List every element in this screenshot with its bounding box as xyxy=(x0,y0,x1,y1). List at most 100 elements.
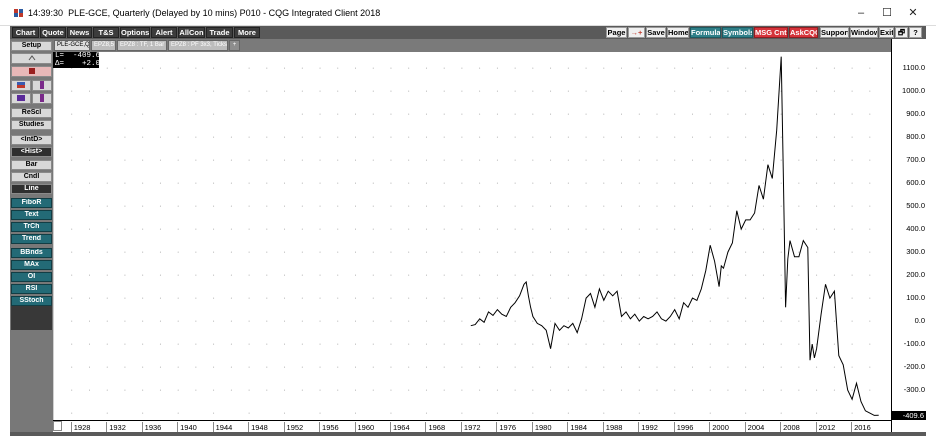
zoom-in-icon[interactable] xyxy=(11,80,31,91)
grid-dot xyxy=(496,389,498,391)
more-button[interactable]: More xyxy=(234,27,260,38)
alert-button[interactable]: Alert xyxy=(151,27,177,38)
formula-button[interactable]: Formula xyxy=(690,27,721,38)
grid-dot xyxy=(816,90,818,92)
zoom-out-icon[interactable] xyxy=(32,80,52,91)
home-button[interactable]: Home xyxy=(667,27,689,38)
grid-dot xyxy=(230,297,232,299)
open-interest-button[interactable]: OI xyxy=(11,272,52,282)
cursor-tool-icon[interactable] xyxy=(11,53,52,64)
restore-icon[interactable]: 🗗 xyxy=(895,27,908,38)
grid-dot xyxy=(638,389,640,391)
grid-dot xyxy=(816,228,818,230)
page-button[interactable]: Page xyxy=(606,27,627,38)
grid-dot xyxy=(372,182,374,184)
axis-corner-box xyxy=(53,421,62,431)
help-button[interactable]: ? xyxy=(909,27,922,38)
crosshair-icon[interactable] xyxy=(11,66,52,77)
grid-dot xyxy=(709,159,711,161)
grid-dot xyxy=(550,274,552,276)
arrow-button[interactable]: →+ xyxy=(628,27,645,38)
grid-dot xyxy=(869,205,871,207)
grid-dot xyxy=(638,251,640,253)
grid-dot xyxy=(177,136,179,138)
fibonacci-button[interactable]: FiboR xyxy=(11,198,52,208)
bar-chart-button[interactable]: Bar xyxy=(11,160,52,170)
grid-dot xyxy=(691,90,693,92)
tab-epz8-tf[interactable]: EPZ8 : TF, 1 Bar xyxy=(117,40,167,51)
news-button[interactable]: News xyxy=(67,27,92,38)
intraday-button[interactable]: <IntD> xyxy=(11,135,52,145)
tab-epz8-5[interactable]: EPZ8,5 xyxy=(91,40,116,51)
grid-dot xyxy=(585,320,587,322)
trade-button[interactable]: Trade xyxy=(206,27,233,38)
rsi-button[interactable]: RSI xyxy=(11,284,52,294)
symbols-button[interactable]: Symbols xyxy=(722,27,753,38)
grid-dot xyxy=(390,90,392,92)
maximize-button[interactable]: ☐ xyxy=(874,5,900,21)
grid-dot xyxy=(567,297,569,299)
line-chart-button[interactable]: Line xyxy=(11,184,52,194)
text-tool-button[interactable]: Text xyxy=(11,210,52,220)
askcqg-button[interactable]: AskCQG xyxy=(789,27,818,38)
grid-dot xyxy=(550,389,552,391)
add-tab-button[interactable]: + xyxy=(229,40,240,51)
setup-button[interactable]: Setup xyxy=(11,41,52,51)
grid-dot xyxy=(550,228,552,230)
exit-button[interactable]: Exit xyxy=(879,27,894,38)
close-button[interactable]: ✕ xyxy=(900,5,926,21)
grid-dot xyxy=(248,182,250,184)
layout-icon[interactable] xyxy=(32,93,52,104)
grid-dot xyxy=(603,205,605,207)
bottom-strip xyxy=(10,432,926,436)
grid-dot xyxy=(408,274,410,276)
grid-dot xyxy=(674,113,676,115)
rescale-button[interactable]: ReScl xyxy=(11,108,52,118)
studies-button[interactable]: Studies xyxy=(11,120,52,130)
y-axis[interactable]: 1100.0 1000.0 900.0 800.0 700.0 600.0 500.0 400… xyxy=(891,39,926,432)
window-button[interactable]: Window xyxy=(850,27,878,38)
grid-dot xyxy=(461,182,463,184)
support-button[interactable]: Support xyxy=(820,27,849,38)
grid-icon[interactable] xyxy=(11,93,31,104)
grid-dot xyxy=(106,136,108,138)
quote-button[interactable]: Quote xyxy=(40,27,66,38)
grid-dot xyxy=(71,366,73,368)
tab-epz8-pf[interactable]: EPZ8 : PF 3x3, Ticks xyxy=(168,40,228,51)
msg-center-button[interactable]: MSG Cntr xyxy=(754,27,788,38)
moving-average-button[interactable]: MAx xyxy=(11,260,52,270)
bollinger-bands-button[interactable]: BBnds xyxy=(11,248,52,258)
grid-dot xyxy=(851,67,853,69)
grid-dot xyxy=(195,366,197,368)
x-axis[interactable]: 1928 1932 1936 1940 1944 1948 1952 1956 1960 1964… xyxy=(53,420,891,433)
candle-chart-button[interactable]: Cndl xyxy=(11,172,52,182)
slow-stochastic-button[interactable]: SStoch xyxy=(11,296,52,306)
chart-plot-area[interactable] xyxy=(53,52,891,420)
grid-dot xyxy=(479,320,481,322)
grid-dot xyxy=(851,159,853,161)
grid-dot xyxy=(443,113,445,115)
grid-dot xyxy=(266,182,268,184)
grid-dot xyxy=(230,113,232,115)
grid-dot xyxy=(585,274,587,276)
grid-dot xyxy=(425,389,427,391)
minimize-button[interactable]: – xyxy=(848,5,874,21)
trend-channel-button[interactable]: TrCh xyxy=(11,222,52,232)
allcon-button[interactable]: AllCon xyxy=(178,27,205,38)
tab-ple-gce[interactable]: PLE-GCE,Q xyxy=(54,40,90,51)
time-sales-button[interactable]: T&S xyxy=(93,27,119,38)
chart-button[interactable]: Chart xyxy=(12,27,39,38)
trend-line-button[interactable]: Trend xyxy=(11,234,52,244)
grid-dot xyxy=(762,389,764,391)
options-button[interactable]: Options xyxy=(120,27,150,38)
grid-dot xyxy=(727,297,729,299)
grid-dot xyxy=(319,113,321,115)
grid-dot xyxy=(762,274,764,276)
grid-dot xyxy=(301,297,303,299)
grid-dot xyxy=(213,251,215,253)
grid-dot xyxy=(213,366,215,368)
history-button[interactable]: <Hist> xyxy=(11,147,52,157)
grid-dot xyxy=(674,274,676,276)
save-button[interactable]: Save xyxy=(646,27,666,38)
grid-dot xyxy=(443,297,445,299)
